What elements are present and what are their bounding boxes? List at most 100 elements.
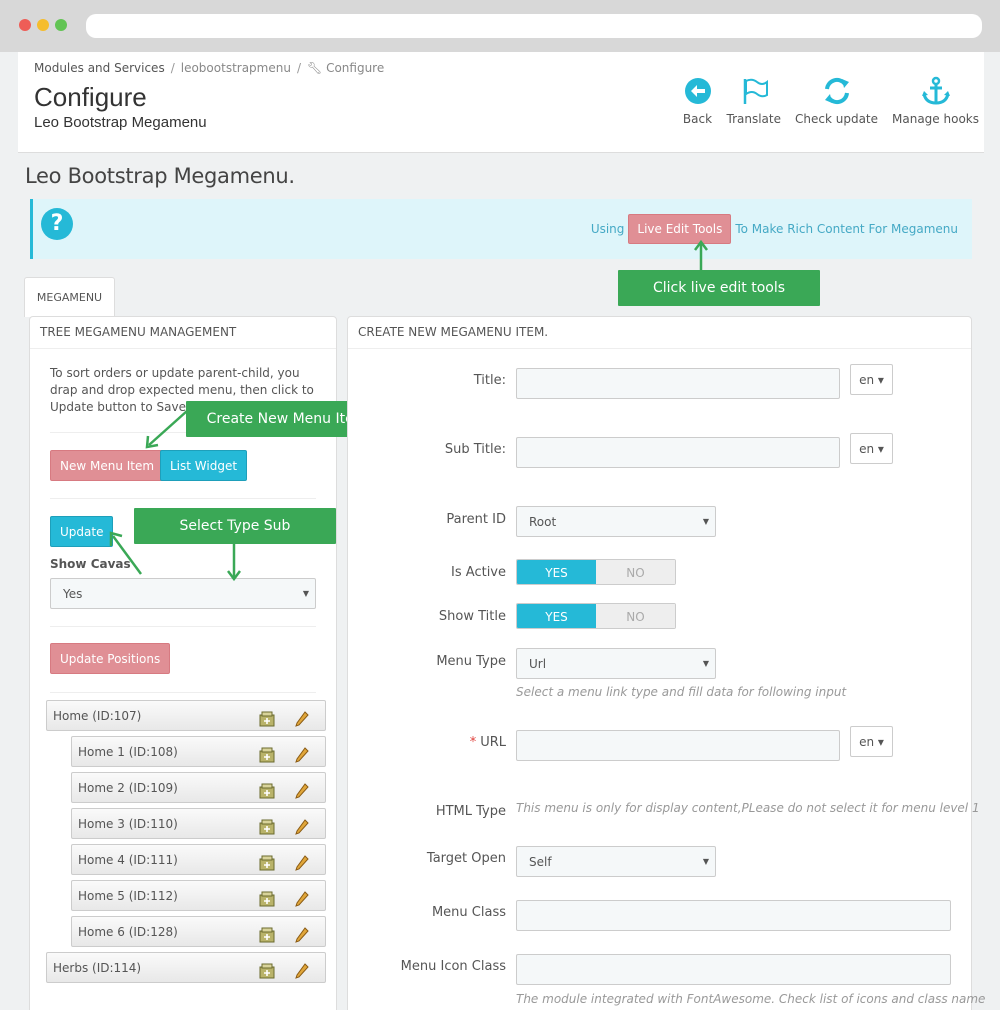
question-icon: ?	[41, 208, 73, 240]
pencil-icon[interactable]	[295, 744, 309, 763]
update-positions-button[interactable]: Update Positions	[50, 643, 171, 674]
menu-icon-class-input[interactable]	[516, 954, 951, 985]
alert-text-after: To Make Rich Content For Megamenu	[735, 222, 958, 236]
manage-hooks-button[interactable]: Manage hooks	[892, 76, 979, 126]
maximize-window-dot[interactable]	[55, 19, 67, 31]
url-lang-dropdown[interactable]: en ▾	[850, 726, 893, 757]
is-active-label: Is Active	[451, 565, 506, 580]
tab-megamenu[interactable]: MEGAMENU	[24, 277, 115, 317]
menu-type-label: Menu Type	[436, 654, 506, 669]
url-label-text: URL	[480, 735, 506, 750]
anchor-icon	[921, 76, 950, 105]
divider	[50, 498, 316, 499]
add-submenu-icon[interactable]	[259, 708, 275, 727]
translate-label: Translate	[726, 112, 782, 126]
tree-item[interactable]: Herbs (ID:114)	[46, 952, 326, 983]
arrow-to-live-edit	[694, 239, 708, 270]
back-label: Back	[682, 112, 713, 126]
wrench-icon: 🔧︎	[307, 61, 323, 75]
flag-icon	[743, 78, 768, 104]
target-open-select[interactable]: Self	[516, 846, 716, 877]
address-bar[interactable]	[86, 14, 982, 38]
info-alert: ? Using Live Edit Tools To Make Rich Con…	[30, 199, 972, 259]
new-menu-item-button[interactable]: New Menu Item	[50, 450, 165, 481]
browser-chrome	[0, 0, 1000, 52]
page-viewport: Modules and Services / leobootstrapmenu / 🔧︎…	[0, 52, 1000, 1010]
pencil-icon[interactable]	[295, 960, 309, 979]
divider	[50, 626, 316, 627]
tree-item-label: Home 6 (ID:128)	[78, 925, 178, 939]
tree-item[interactable]: Home 6 (ID:128)	[71, 916, 326, 947]
check-update-button[interactable]: Check update	[795, 76, 878, 126]
sub-title-input[interactable]	[516, 437, 840, 468]
minimize-window-dot[interactable]	[37, 19, 49, 31]
pencil-icon[interactable]	[295, 708, 309, 727]
live-edit-tools-button[interactable]: Live Edit Tools	[628, 214, 732, 244]
tree-item[interactable]: Home 1 (ID:108)	[71, 736, 326, 767]
tree-item[interactable]: Home 4 (ID:111)	[71, 844, 326, 875]
is-active-switch[interactable]: YES NO	[516, 559, 676, 585]
menu-class-label: Menu Class	[431, 905, 506, 920]
divider	[50, 692, 316, 693]
show-title-label: Show Title	[438, 609, 506, 624]
html-type-help: This menu is only for display content,PL…	[516, 801, 980, 815]
pencil-icon[interactable]	[295, 924, 309, 943]
show-title-switch[interactable]: YES NO	[516, 603, 676, 629]
callout-live-edit: Click live edit tools	[618, 270, 820, 306]
alert-text-before: Using	[590, 222, 625, 236]
toolbar: Back Translate Check update Manage hooks	[669, 76, 979, 126]
is-active-no[interactable]: NO	[596, 560, 675, 584]
add-submenu-icon[interactable]	[259, 780, 275, 799]
tree-item[interactable]: Home 2 (ID:109)	[71, 772, 326, 803]
list-widget-button[interactable]: List Widget	[160, 450, 248, 481]
menu-class-input[interactable]	[516, 900, 951, 931]
show-title-no[interactable]: NO	[596, 604, 675, 628]
update-button[interactable]: Update	[50, 516, 114, 547]
title-label: Title:	[473, 373, 506, 388]
translate-button[interactable]: Translate	[726, 76, 782, 126]
breadcrumb: Modules and Services / leobootstrapmenu / 🔧︎…	[34, 61, 385, 75]
tree-item[interactable]: Home 5 (ID:112)	[71, 880, 326, 911]
parent-id-select[interactable]: Root	[516, 506, 716, 537]
arrow-to-show-cavas	[227, 544, 241, 582]
breadcrumb-modules[interactable]: Modules and Services	[34, 61, 165, 75]
menu-icon-help: The module integrated with FontAwesome. …	[516, 992, 986, 1006]
title-input[interactable]	[516, 368, 840, 399]
back-arrow-icon	[684, 78, 711, 104]
breadcrumb-module[interactable]: leobootstrapmenu	[181, 61, 291, 75]
add-submenu-icon[interactable]	[259, 816, 275, 835]
url-input[interactable]	[516, 730, 840, 761]
add-submenu-icon[interactable]	[259, 960, 275, 979]
create-item-panel: CREATE NEW MEGAMENU ITEM. Title: en ▾ Su…	[347, 316, 985, 1010]
target-open-label: Target Open	[426, 851, 506, 866]
menu-icon-class-label: Menu Icon Class	[400, 959, 506, 974]
pencil-icon[interactable]	[295, 816, 309, 835]
menu-type-select[interactable]: Url	[516, 648, 716, 679]
add-submenu-icon[interactable]	[259, 924, 275, 943]
add-submenu-icon[interactable]	[259, 888, 275, 907]
add-submenu-icon[interactable]	[259, 852, 275, 871]
pencil-icon[interactable]	[295, 852, 309, 871]
manage-hooks-label: Manage hooks	[892, 112, 979, 126]
show-cavas-select[interactable]: Yes	[50, 578, 316, 609]
url-label: * URL	[366, 735, 506, 750]
tree-item[interactable]: Home (ID:107)	[46, 700, 326, 731]
back-button[interactable]: Back	[683, 76, 713, 126]
html-type-label: HTML Type	[435, 804, 506, 819]
pencil-icon[interactable]	[295, 780, 309, 799]
menu-type-help: Select a menu link type and fill data fo…	[516, 685, 847, 699]
pencil-icon[interactable]	[295, 888, 309, 907]
page-title: Configure	[34, 82, 147, 112]
page-header: Modules and Services / leobootstrapmenu / 🔧︎…	[18, 52, 984, 153]
add-submenu-icon[interactable]	[259, 744, 275, 763]
page-subtitle: Leo Bootstrap Megamenu	[34, 114, 207, 131]
tree-item[interactable]: Home 3 (ID:110)	[71, 808, 326, 839]
tree-item-label: Home 2 (ID:109)	[78, 781, 178, 795]
sub-title-lang-dropdown[interactable]: en ▾	[850, 433, 893, 464]
tree-item-label: Home 1 (ID:108)	[78, 745, 178, 759]
close-window-dot[interactable]	[19, 19, 31, 31]
is-active-yes[interactable]: YES	[517, 560, 596, 584]
show-title-yes[interactable]: YES	[517, 604, 596, 628]
lang-label: en	[859, 442, 875, 456]
title-lang-dropdown[interactable]: en ▾	[850, 364, 893, 395]
